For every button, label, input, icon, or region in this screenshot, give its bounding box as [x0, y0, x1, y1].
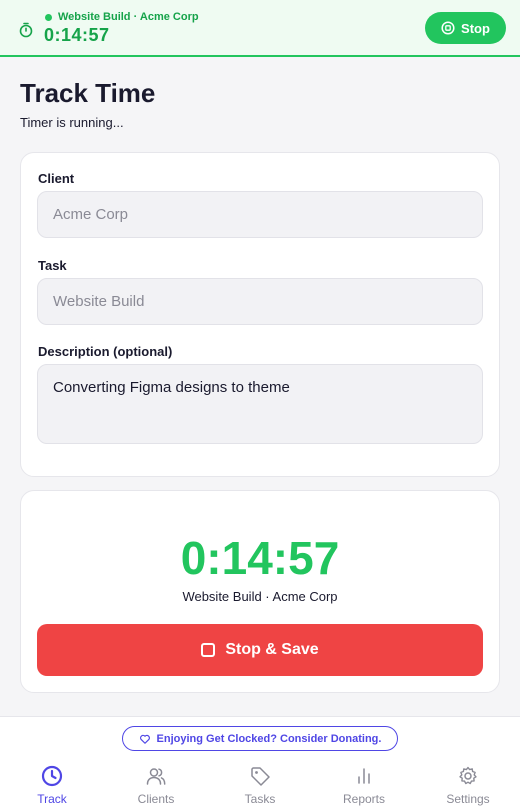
running-elapsed-time: 0:14:57	[44, 25, 110, 45]
stop-square-icon	[201, 643, 216, 657]
tab-settings[interactable]: Settings	[433, 765, 503, 806]
tab-track-label: Track	[37, 792, 67, 806]
stop-and-save-label: Stop & Save	[225, 641, 319, 658]
tab-settings-label: Settings	[446, 792, 490, 806]
donate-button[interactable]: Enjoying Get Clocked? Consider Donating.	[122, 726, 398, 751]
footer: Enjoying Get Clocked? Consider Donating.…	[0, 716, 520, 810]
stop-circle-icon	[441, 21, 455, 35]
timer-display: 0:14:57	[180, 532, 340, 584]
tab-reports-label: Reports	[342, 792, 386, 806]
timer-context: Website Build · Acme Corp	[182, 589, 338, 604]
time-entry-form: Client Acme Corp Task Website Build Desc…	[20, 152, 500, 477]
heart-icon	[139, 734, 150, 744]
tab-tasks-label: Tasks	[244, 792, 276, 806]
tab-clients-label: Clients	[137, 792, 175, 806]
donate-label: Enjoying Get Clocked? Consider Donating.	[156, 732, 382, 745]
running-timer-bar: Website Build · Acme Corp 0:14:57 Stop	[0, 0, 520, 57]
clock-icon	[41, 765, 63, 787]
running-project-label: Website Build · Acme Corp	[58, 11, 199, 23]
gear-icon	[459, 766, 477, 785]
stopwatch-icon	[19, 22, 33, 38]
stop-and-save-button[interactable]: Stop & Save	[37, 624, 483, 676]
tag-icon	[251, 767, 270, 786]
running-project: Website Build · Acme Corp	[45, 11, 199, 23]
stop-button-label: Stop	[461, 20, 490, 36]
page-title: Track Time	[20, 78, 156, 108]
description-input[interactable]: Converting Figma designs to theme	[37, 364, 483, 444]
description-label: Description (optional)	[38, 344, 173, 359]
running-status-dot	[45, 13, 52, 21]
client-label: Client	[38, 171, 75, 186]
page-subtitle: Timer is running...	[20, 115, 124, 130]
task-label: Task	[38, 258, 67, 273]
tab-reports[interactable]: Reports	[329, 765, 399, 806]
tab-clients[interactable]: Clients	[121, 765, 191, 806]
stop-button[interactable]: Stop	[425, 12, 506, 44]
task-select[interactable]: Website Build	[37, 278, 483, 325]
client-select[interactable]: Acme Corp	[37, 191, 483, 238]
tab-tasks[interactable]: Tasks	[225, 765, 295, 806]
tab-track[interactable]: Track	[17, 765, 87, 806]
bar-chart-icon	[358, 768, 370, 784]
timer-card: 0:14:57 Website Build · Acme Corp Stop &…	[20, 490, 500, 693]
users-icon	[146, 768, 166, 785]
